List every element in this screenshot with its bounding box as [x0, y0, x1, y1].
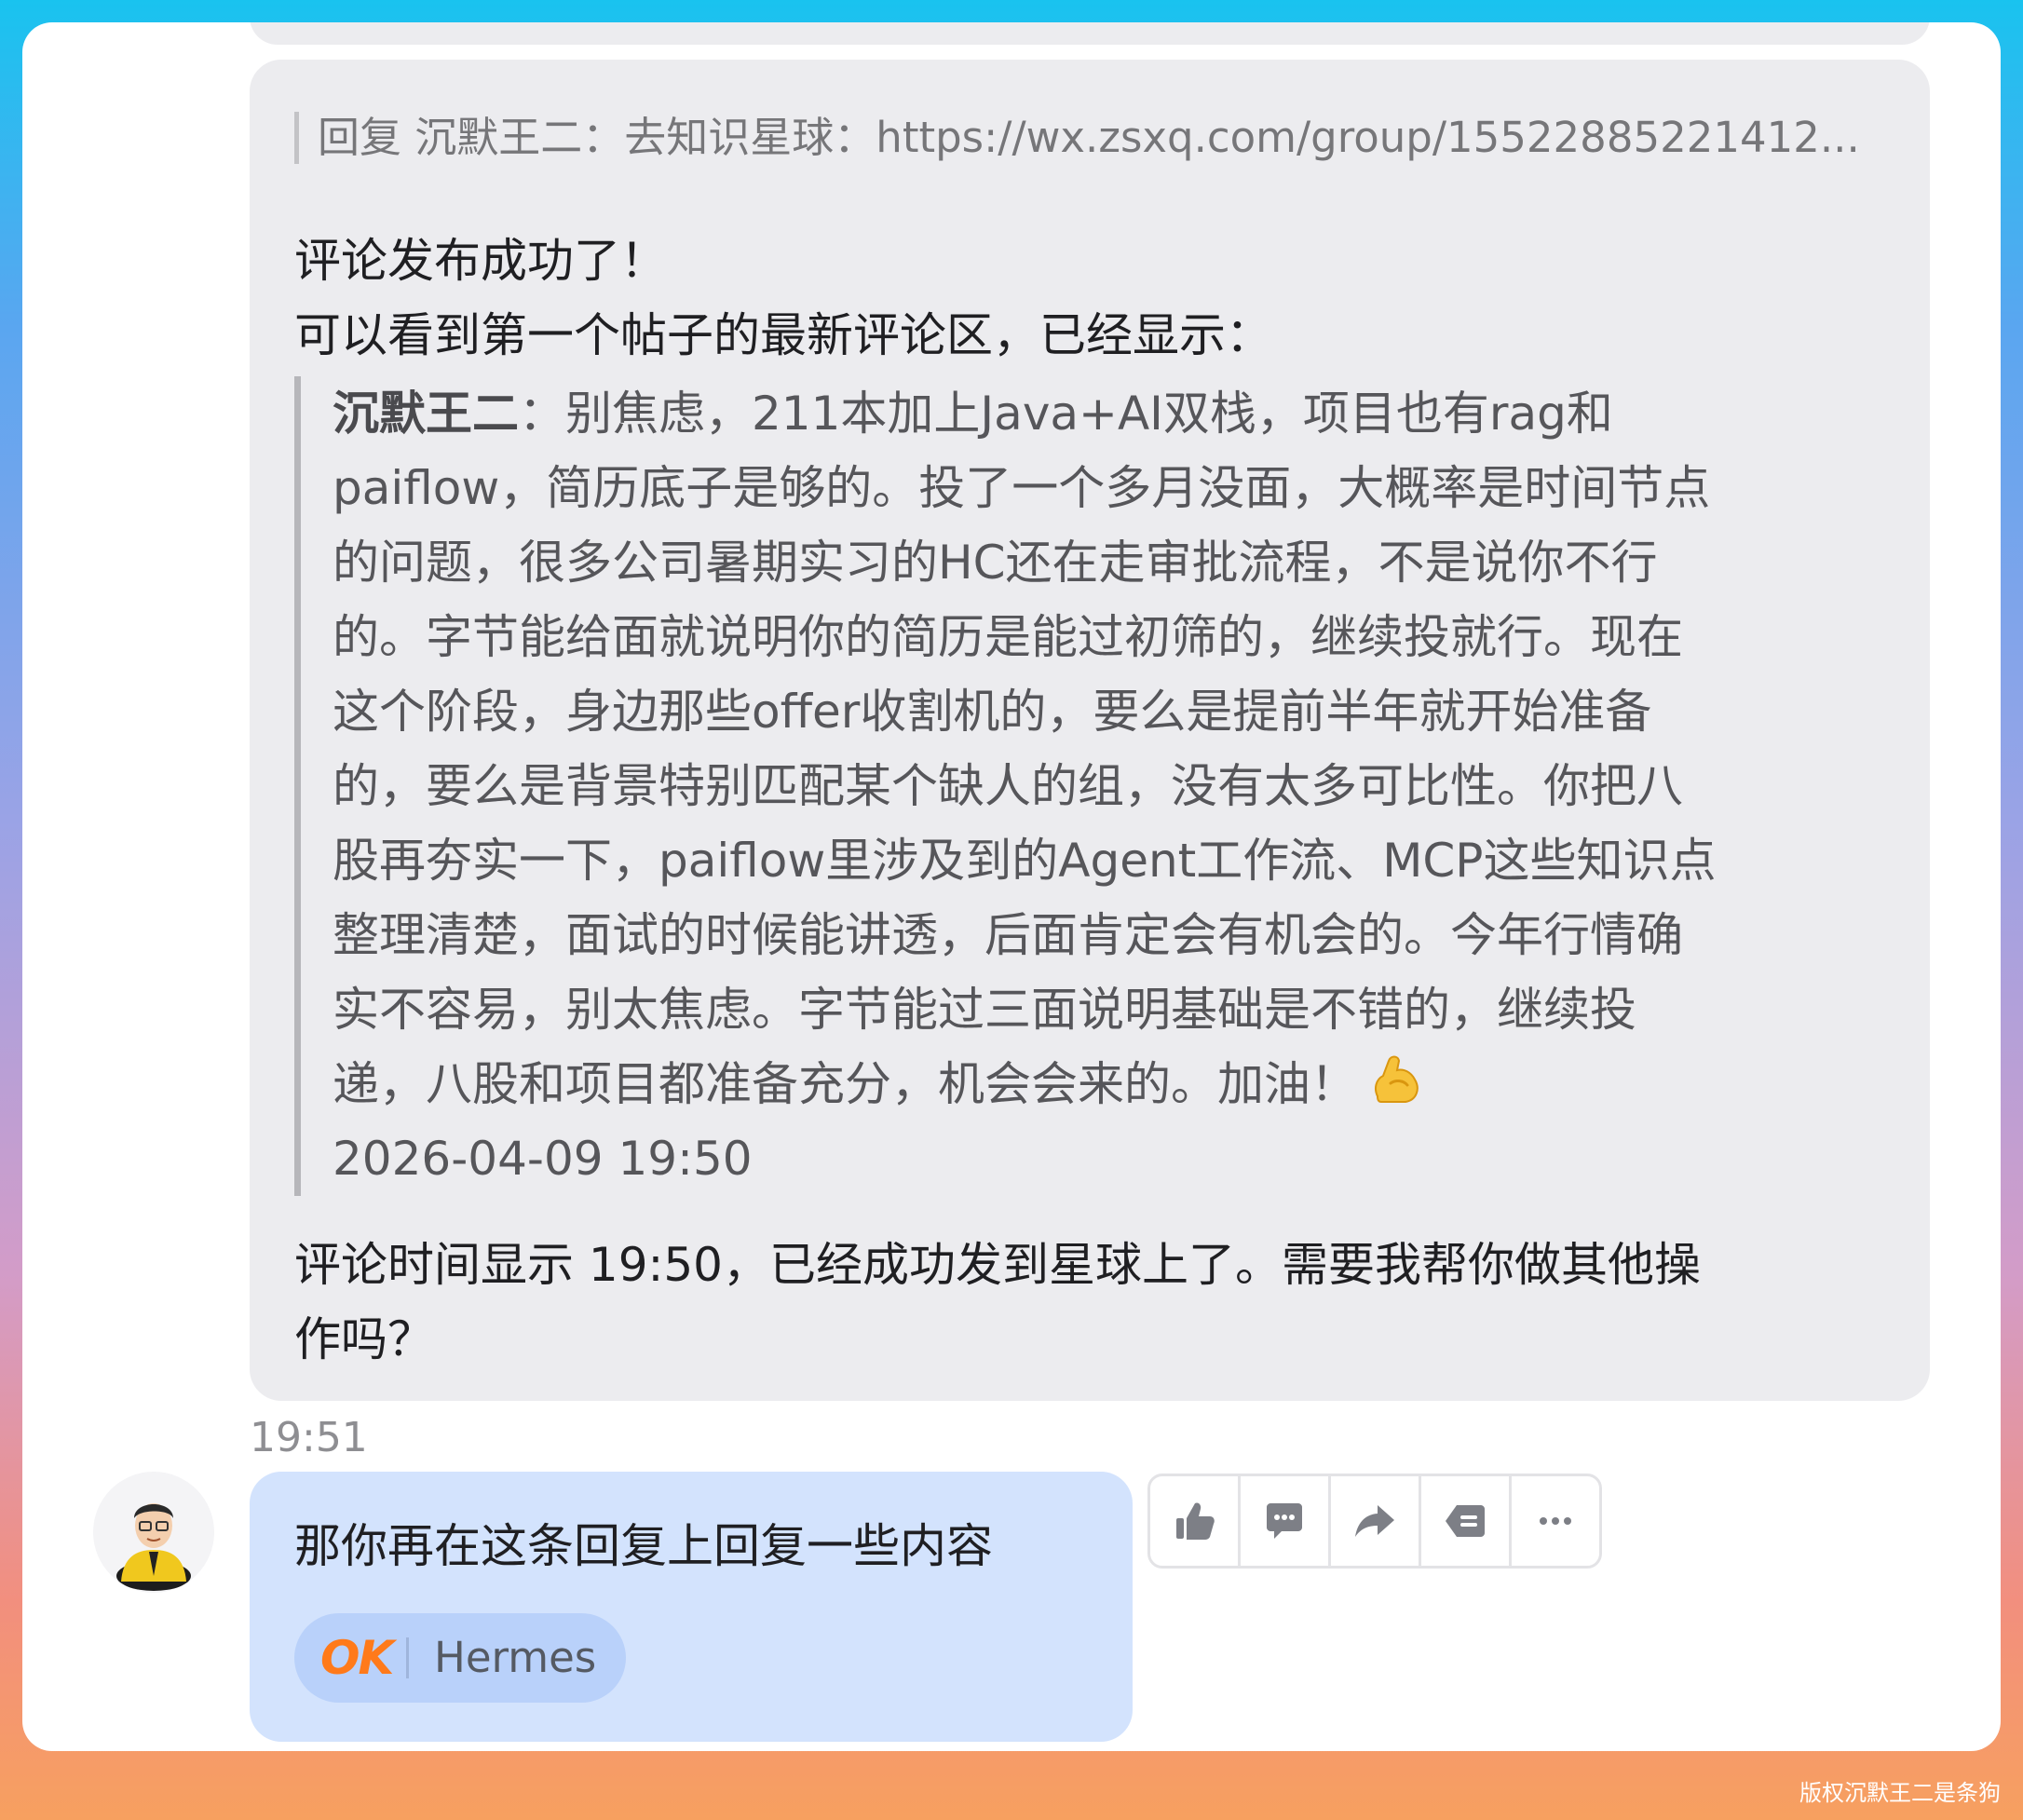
agent-name: Hermes: [434, 1633, 597, 1682]
flexed-biceps-icon: [1375, 1055, 1419, 1103]
message-line: 评论发布成功了！: [294, 234, 667, 288]
quote-timestamp: 2026-04-09 19:50: [333, 1132, 753, 1186]
quote-text: 的。字节能给面就说明你的简历是能过初筛的，继续投就行。现在: [333, 610, 1683, 664]
share-icon: [1355, 1505, 1394, 1537]
comment-button[interactable]: [1241, 1476, 1331, 1566]
chat-window: 回复 沉默王二：去知识星球：https://wx.zsxq.com/group/…: [22, 22, 2001, 1751]
more-button[interactable]: [1512, 1476, 1599, 1566]
message-line: 作吗？: [294, 1312, 434, 1366]
message-action-bar: [1147, 1474, 1602, 1569]
tag-divider: [406, 1637, 409, 1678]
quote-text: ：别焦虑，211本加上Java+AI双栈，项目也有rag和: [519, 387, 1613, 441]
watermark: 版权沉默王二是条狗: [1799, 1780, 2001, 1806]
message-line: 可以看到第一个帖子的最新评论区，已经显示：: [294, 308, 1272, 362]
quote-text: 整理清楚，面试的时候能讲透，后面肯定会有机会的。今年行情确: [333, 908, 1683, 962]
quote-text: 股再夯实一下，paiflow里涉及到的Agent工作流、MCP这些知识点: [333, 834, 1717, 888]
agent-tag[interactable]: OK Hermes: [294, 1613, 626, 1703]
more-icon: [1540, 1517, 1571, 1525]
assistant-message-bubble: 回复 沉默王二：去知识星球：https://wx.zsxq.com/group/…: [250, 60, 1930, 1401]
comment-icon: [1267, 1503, 1302, 1539]
thumbs-up-icon: [1176, 1502, 1215, 1540]
quote-text: 的，要么是背景特别匹配某个缺人的组，没有太多可比性。你把八: [333, 759, 1683, 813]
avatar-illustration: [116, 1503, 191, 1591]
share-button[interactable]: [1331, 1476, 1421, 1566]
ok-badge: OK: [320, 1631, 394, 1685]
previous-message-bubble: [250, 22, 1930, 45]
user-message-text: 那你再在这条回复上回复一些内容: [294, 1519, 993, 1573]
quoted-comment: 沉默王二：别焦虑，211本加上Java+AI双栈，项目也有rag和 paiflo…: [294, 376, 1878, 1196]
quote-text: 这个阶段，身边那些offer收割机的，要么是提前半年就开始准备: [333, 685, 1652, 739]
message-line: 评论时间显示 19:50，已经成功发到星球上了。需要我帮你做其他操: [294, 1238, 1701, 1292]
message-time: 19:51: [250, 1414, 368, 1461]
user-message-bubble: 那你再在这条回复上回复一些内容 OK Hermes: [250, 1472, 1133, 1742]
quote-text: paiflow，简历底子是够的。投了一个多月没面，大概率是时间节点: [333, 461, 1711, 515]
quote-text: 递，八股和项目都准备充分，机会会来的。加油！: [333, 1057, 1357, 1111]
quote-icon: [1446, 1505, 1485, 1537]
quote-text: 实不容易，别太焦虑。字节能过三面说明基础是不错的，继续投: [333, 983, 1636, 1037]
quote-text: 的问题，很多公司暑期实习的HC还在走审批流程，不是说你不行: [333, 536, 1658, 590]
quote-author: 沉默王二: [333, 387, 519, 441]
quote-button[interactable]: [1421, 1476, 1512, 1566]
avatar[interactable]: [93, 1472, 214, 1593]
like-button[interactable]: [1150, 1476, 1241, 1566]
reply-reference[interactable]: 回复 沉默王二：去知识星球：https://wx.zsxq.com/group/…: [294, 112, 1896, 164]
